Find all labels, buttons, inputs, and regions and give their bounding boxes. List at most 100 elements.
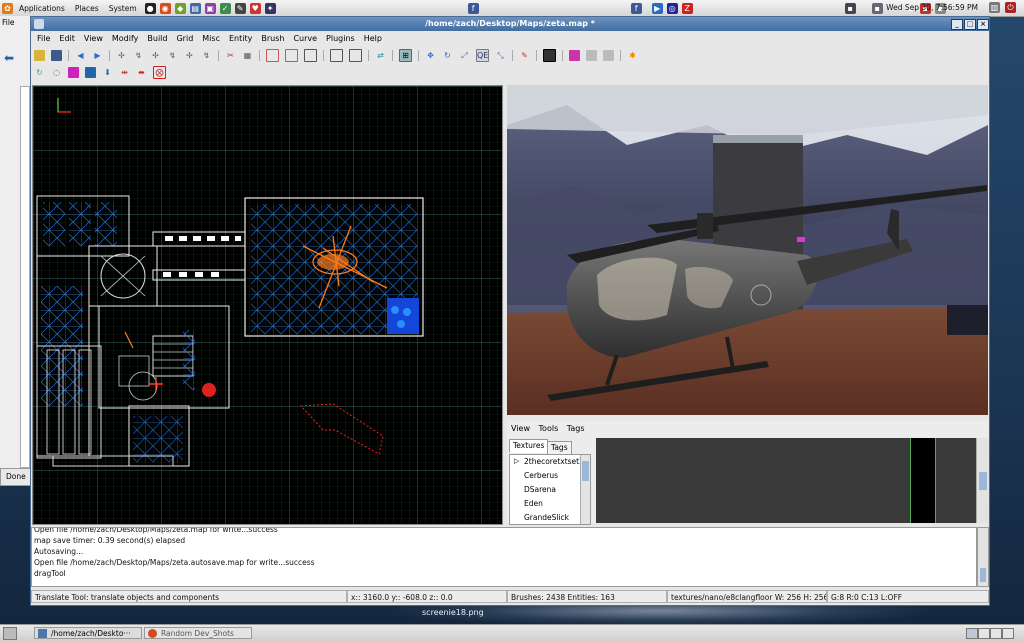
- select-inside-icon[interactable]: [285, 48, 298, 62]
- camera-render[interactable]: [507, 85, 988, 415]
- back-arrow-icon[interactable]: ⬅: [4, 52, 18, 64]
- clock[interactable]: Wed Sep 30, 7:56:59 PM: [886, 3, 978, 12]
- patch-icon[interactable]: ✎: [519, 50, 530, 61]
- undo-icon[interactable]: ◀: [75, 50, 86, 61]
- texture-dir-item[interactable]: DSarena: [524, 485, 556, 494]
- grid-canvas[interactable]: [33, 86, 502, 524]
- texture-preview-selected[interactable]: [910, 438, 936, 523]
- translate-tool-icon[interactable]: ⊞: [399, 48, 412, 62]
- entity-alt-icon[interactable]: [85, 66, 96, 78]
- tree-scroll-thumb[interactable]: [582, 461, 589, 481]
- console-scrollbar[interactable]: [977, 527, 989, 587]
- workspace-1[interactable]: [966, 628, 978, 639]
- move-icon[interactable]: ✥: [425, 50, 436, 61]
- menu-help[interactable]: Help: [364, 34, 382, 43]
- rotate-icon[interactable]: ↻: [442, 50, 453, 61]
- rotate-z-icon[interactable]: ↯: [201, 50, 212, 61]
- workspace-4[interactable]: [1002, 628, 1014, 639]
- launcher-icon[interactable]: ▣: [204, 2, 216, 14]
- redo-icon[interactable]: ▶: [92, 50, 103, 61]
- network-icon[interactable]: ▥: [989, 2, 1000, 13]
- workspace-2[interactable]: [978, 628, 990, 639]
- launcher-icon[interactable]: ▤: [189, 2, 201, 14]
- flip-y-icon[interactable]: ✢: [150, 50, 161, 61]
- plugin-icon[interactable]: ✱: [627, 50, 638, 61]
- menu-curve[interactable]: Curve: [293, 34, 317, 43]
- console-output[interactable]: Open file /home/zach/Desktop/Maps/zeta.m…: [31, 527, 977, 587]
- grid-view-2d[interactable]: [32, 85, 503, 525]
- camera-icon[interactable]: [543, 48, 556, 62]
- menu-modify[interactable]: Modify: [112, 34, 139, 43]
- tex-menu-tags[interactable]: Tags: [567, 424, 585, 433]
- firefox-icon[interactable]: ◉: [159, 2, 171, 14]
- delete-icon[interactable]: ⨂: [153, 65, 166, 79]
- applications-menu[interactable]: Applications: [19, 4, 65, 13]
- expand-arrow-icon[interactable]: ▷: [514, 457, 519, 465]
- menu-view[interactable]: View: [84, 34, 103, 43]
- shader-icon[interactable]: [569, 49, 580, 61]
- change-view-icon[interactable]: ⇄: [375, 50, 386, 61]
- resize-icon[interactable]: ⤡: [495, 50, 506, 61]
- menu-edit[interactable]: Edit: [59, 34, 75, 43]
- launcher-icon[interactable]: ✓: [219, 2, 231, 14]
- texture-scroll-thumb[interactable]: [979, 472, 987, 490]
- open-icon[interactable]: [34, 49, 45, 61]
- flip-z-icon[interactable]: ✢: [184, 50, 195, 61]
- tex-menu-view[interactable]: View: [511, 424, 530, 433]
- save-icon[interactable]: [51, 49, 62, 61]
- menu-brush[interactable]: Brush: [261, 34, 284, 43]
- select-icon[interactable]: QE: [476, 48, 489, 62]
- select-complete-tall-icon[interactable]: [304, 48, 317, 62]
- texture-lock-icon[interactable]: [330, 48, 343, 62]
- menu-misc[interactable]: Misc: [202, 34, 220, 43]
- filezilla-icon[interactable]: Z: [681, 2, 693, 14]
- texture-dir-item[interactable]: Eden: [524, 499, 543, 508]
- task-browser[interactable]: Random Dev_Shots: [144, 627, 252, 639]
- bg-browser-file-menu[interactable]: File: [2, 18, 15, 27]
- texture-preview-pane[interactable]: [596, 438, 976, 523]
- csg-merge-icon[interactable]: ▦: [242, 50, 253, 61]
- maximize-button[interactable]: □: [964, 19, 976, 30]
- menu-file[interactable]: File: [37, 34, 50, 43]
- drop-down-icon[interactable]: ⬇: [102, 67, 113, 78]
- app-launcher-icon[interactable]: ●: [144, 2, 156, 14]
- rotate-x-icon[interactable]: ↯: [133, 50, 144, 61]
- facebook-icon[interactable]: f: [630, 2, 642, 14]
- menu-entity[interactable]: Entity: [229, 34, 252, 43]
- texture-scrollbar[interactable]: [976, 438, 989, 523]
- mirror-alt-icon[interactable]: ⬌: [136, 67, 147, 78]
- shader-alt-icon[interactable]: [603, 49, 614, 61]
- camera-view-3d[interactable]: [507, 85, 988, 415]
- select-touching-icon[interactable]: [266, 48, 279, 62]
- scale-icon[interactable]: ⤢: [459, 50, 470, 61]
- menu-plugins[interactable]: Plugins: [326, 34, 355, 43]
- mirror-icon[interactable]: ⇹: [119, 67, 130, 78]
- clipper-icon[interactable]: [349, 48, 362, 62]
- minimize-button[interactable]: _: [951, 19, 963, 30]
- tray-icon[interactable]: ▪: [871, 2, 883, 14]
- launcher-icon[interactable]: ✎: [234, 2, 246, 14]
- tex-menu-tools[interactable]: Tools: [539, 424, 559, 433]
- places-menu[interactable]: Places: [75, 4, 99, 13]
- launcher-icon[interactable]: ◎: [666, 2, 678, 14]
- cycle-icon[interactable]: ◌: [51, 67, 62, 78]
- app-icon[interactable]: [34, 19, 44, 29]
- entity-icon[interactable]: [68, 66, 79, 78]
- shader-alt-icon[interactable]: [586, 49, 597, 61]
- tray-icon[interactable]: ▪: [844, 2, 856, 14]
- texture-dir-item[interactable]: GrandeSlick: [524, 513, 569, 522]
- flip-x-icon[interactable]: ✢: [116, 50, 127, 61]
- menu-build[interactable]: Build: [147, 34, 167, 43]
- launcher-icon[interactable]: ♥: [249, 2, 261, 14]
- power-icon[interactable]: ⏻: [1005, 2, 1016, 13]
- window-titlebar[interactable]: /home/zach/Desktop/Maps/zeta.map * _ □ ×: [31, 17, 989, 31]
- show-desktop-icon[interactable]: [3, 627, 17, 640]
- rotate-y-icon[interactable]: ↯: [167, 50, 178, 61]
- tree-scrollbar[interactable]: [580, 455, 590, 524]
- texture-dir-item[interactable]: Cerberus: [524, 471, 558, 480]
- menu-grid[interactable]: Grid: [176, 34, 193, 43]
- console-scroll-thumb[interactable]: [980, 568, 986, 582]
- facebook-icon[interactable]: f: [467, 2, 479, 14]
- launcher-icon[interactable]: ▶: [651, 2, 663, 14]
- csg-subtract-icon[interactable]: ✂: [225, 50, 236, 61]
